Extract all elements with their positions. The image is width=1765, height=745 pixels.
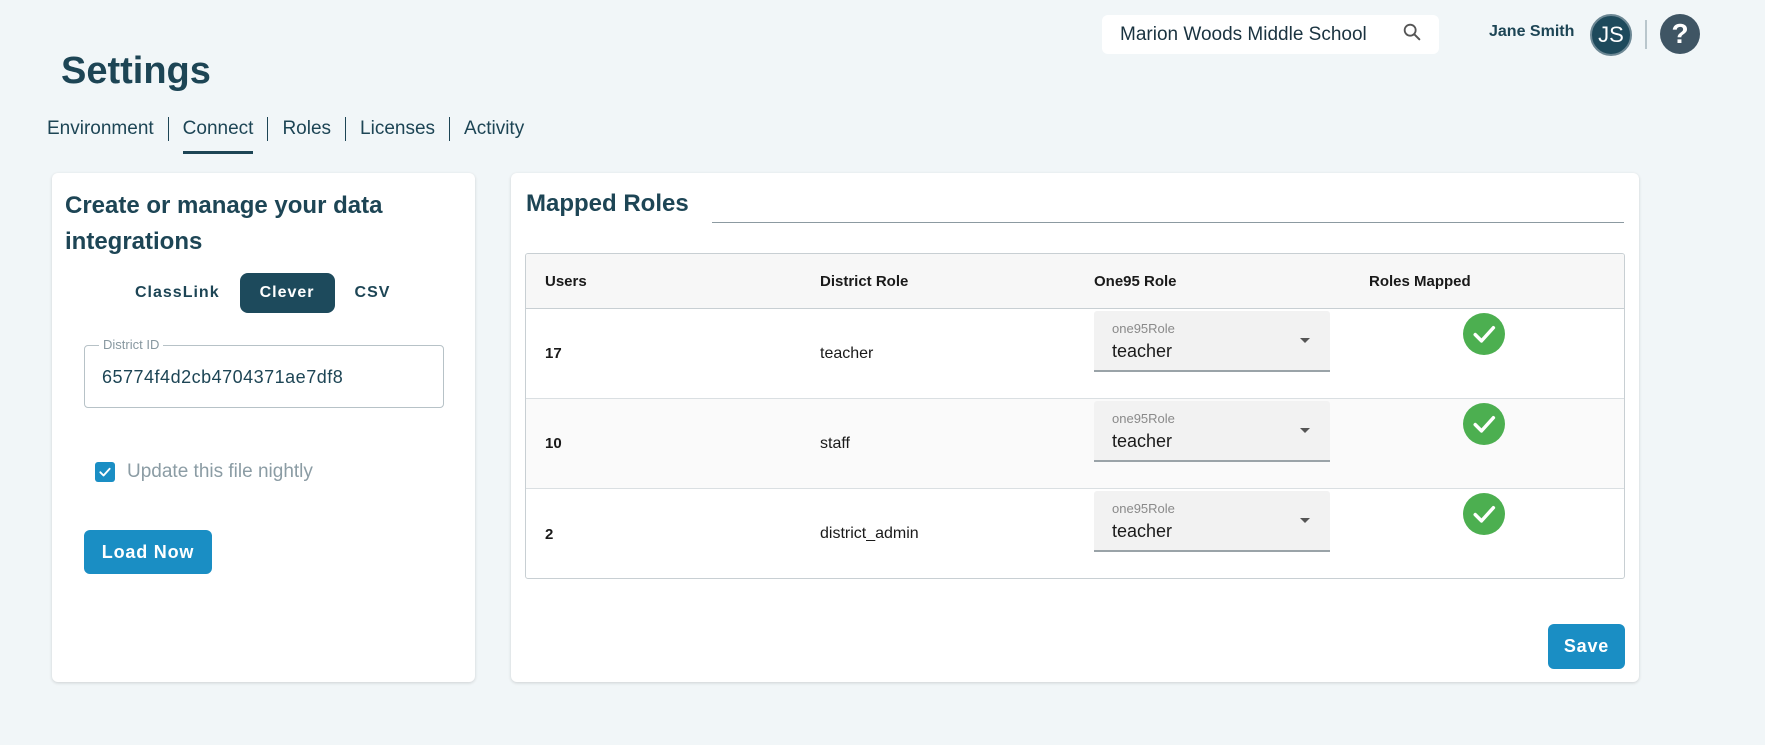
one95-role-select[interactable]: one95Role teacher [1094, 401, 1330, 462]
one95-role-select-value: teacher [1112, 431, 1173, 451]
settings-tabs: Environment Connect Roles Licenses Activ… [47, 117, 538, 154]
table-row: 2 district_admin one95Role teacher [526, 489, 1624, 578]
table-row: 17 teacher one95Role teacher [526, 309, 1624, 399]
column-header-roles-mapped: Roles Mapped [1369, 272, 1471, 290]
table-header: Users District Role One95 Role Roles Map… [526, 254, 1624, 309]
check-circle-icon [1463, 493, 1505, 535]
users-count: 2 [545, 525, 554, 543]
column-header-users: Users [545, 272, 587, 290]
one95-role-select-label: one95Role [1112, 321, 1175, 336]
chevron-down-icon[interactable] [1300, 338, 1310, 343]
one95-role-select-label: one95Role [1112, 411, 1175, 426]
page-title: Settings [61, 50, 211, 92]
nightly-update-label[interactable]: Update this file nightly [127, 461, 313, 483]
district-id-label: District ID [99, 337, 164, 352]
avatar[interactable]: JS [1590, 14, 1632, 56]
district-id-field[interactable]: District ID 65774f4d2cb4704371ae7df8 [84, 337, 444, 408]
header-divider [1645, 20, 1647, 49]
provider-toggle: ClassLink Clever CSV [115, 273, 410, 313]
district-role: district_admin [820, 525, 919, 542]
chevron-down-icon[interactable] [1300, 428, 1310, 433]
school-selector[interactable]: Marion Woods Middle School [1102, 15, 1439, 54]
district-id-input[interactable]: 65774f4d2cb4704371ae7df8 [102, 367, 343, 388]
nightly-update-checkbox[interactable] [95, 462, 115, 482]
tab-roles[interactable]: Roles [268, 117, 345, 141]
column-header-one95-role: One95 Role [1094, 272, 1177, 290]
chevron-down-icon[interactable] [1300, 518, 1310, 523]
table-row: 10 staff one95Role teacher [526, 399, 1624, 489]
school-name: Marion Woods Middle School [1120, 23, 1367, 45]
check-mark-icon [99, 467, 111, 477]
mapped-roles-title: Mapped Roles [526, 190, 689, 217]
one95-role-select[interactable]: one95Role teacher [1094, 491, 1330, 552]
tab-licenses[interactable]: Licenses [346, 117, 449, 141]
users-count: 17 [545, 345, 562, 362]
district-role: teacher [820, 344, 874, 362]
user-name[interactable]: Jane Smith [1489, 23, 1574, 41]
column-header-district-role: District Role [820, 272, 909, 290]
provider-classlink-button[interactable]: ClassLink [115, 273, 240, 313]
mapped-roles-table: Users District Role One95 Role Roles Map… [525, 253, 1625, 579]
users-count: 10 [545, 435, 562, 452]
one95-role-select-value: teacher [1112, 341, 1173, 361]
load-now-button[interactable]: Load Now [84, 530, 212, 574]
integration-heading: Create or manage your data integrations [65, 192, 383, 255]
save-button[interactable]: Save [1548, 624, 1625, 669]
check-circle-icon [1463, 313, 1505, 355]
tab-connect[interactable]: Connect [169, 117, 268, 154]
provider-clever-button[interactable]: Clever [239, 273, 335, 313]
integration-card: Create or manage your data integrations … [52, 173, 475, 682]
one95-role-select-value: teacher [1112, 521, 1173, 541]
tab-activity[interactable]: Activity [450, 117, 538, 141]
provider-csv-button[interactable]: CSV [335, 273, 411, 313]
help-button[interactable]: ? [1660, 14, 1700, 54]
one95-role-select-label: one95Role [1112, 501, 1175, 516]
one95-role-select[interactable]: one95Role teacher [1094, 311, 1330, 372]
nightly-update-row: Update this file nightly [95, 461, 313, 483]
mapped-roles-card: Mapped Roles Users District Role One95 R… [511, 173, 1639, 682]
district-role: staff [820, 434, 850, 452]
tab-environment[interactable]: Environment [47, 117, 168, 141]
search-icon[interactable] [1401, 21, 1423, 48]
title-divider [712, 222, 1624, 223]
check-circle-icon [1463, 403, 1505, 445]
